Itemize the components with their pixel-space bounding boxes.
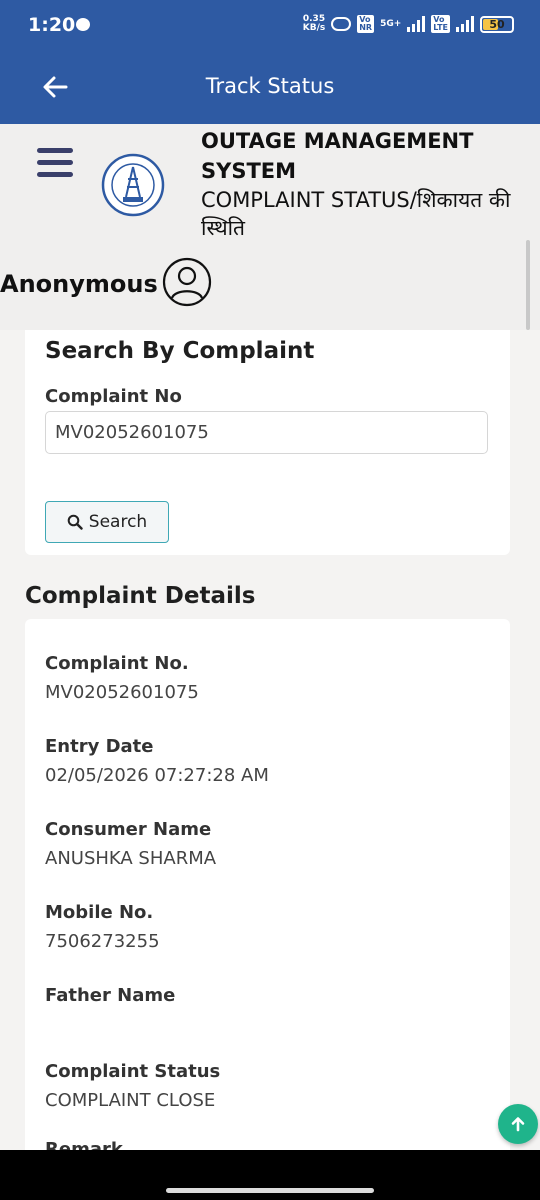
scrollbar[interactable]	[526, 240, 530, 330]
user-name: Anonymous	[0, 270, 158, 298]
complaint-details-title: Complaint Details	[25, 583, 256, 609]
chat-notification-icon	[76, 18, 90, 31]
user-avatar-icon[interactable]	[162, 257, 212, 307]
network-speed: 0.35 KB/s	[302, 14, 326, 33]
home-gesture-pill[interactable]	[166, 1188, 374, 1193]
detail-value: ANUSHKA SHARMA	[45, 848, 217, 869]
system-title: OUTAGE MANAGEMENT SYSTEM	[201, 129, 474, 183]
complaint-no-input[interactable]: MV02052601075	[45, 411, 488, 454]
search-button-label: Search	[88, 512, 148, 532]
detail-value: 7506273255	[45, 931, 160, 952]
app-bar-title: Track Status	[205, 74, 335, 98]
company-logo	[101, 153, 165, 217]
status-icons: 0.35 KB/s Vo NR 5G+ Vo LTE 50	[303, 15, 514, 33]
detail-label: Consumer Name	[45, 819, 212, 840]
detail-label: Mobile No.	[45, 902, 154, 923]
search-title: Search By Complaint	[45, 338, 315, 364]
detail-label: Father Name	[45, 985, 176, 1006]
battery-icon: 50	[480, 15, 514, 33]
complaint-no-label: Complaint No	[45, 386, 182, 407]
detail-value: MV02052601075	[45, 682, 199, 703]
menu-icon[interactable]	[37, 148, 73, 178]
volte-badge-2: Vo LTE	[431, 15, 450, 33]
status-bar: 1:20 0.35 KB/s Vo NR 5G+ Vo LTE 50	[0, 0, 540, 52]
status-time: 1:20	[28, 14, 76, 36]
search-button[interactable]: Search	[45, 501, 169, 543]
signal-icon-2	[456, 16, 474, 32]
page-header: OUTAGE MANAGEMENT SYSTEM COMPLAINT STATU…	[0, 124, 540, 330]
volte-badge-1: Vo NR	[357, 15, 375, 33]
network-type: 5G+	[380, 19, 402, 29]
search-card: Search By Complaint Complaint No MV02052…	[25, 330, 510, 555]
detail-label: Entry Date	[45, 736, 154, 757]
scroll-to-top-button[interactable]	[498, 1104, 538, 1144]
search-icon	[67, 514, 83, 530]
detail-value: COMPLAINT CLOSE	[45, 1090, 216, 1111]
complaint-details-card: Complaint No. MV02052601075 Entry Date 0…	[25, 619, 510, 1150]
system-nav-bar	[0, 1150, 540, 1200]
signal-icon-1	[407, 16, 426, 32]
link-icon	[331, 17, 352, 31]
detail-value: 02/05/2026 07:27:28 AM	[45, 765, 269, 786]
detail-label: Complaint Status	[45, 1061, 221, 1082]
app-bar: Track Status	[0, 52, 540, 124]
arrow-up-icon	[511, 1117, 525, 1132]
page-subtitle: COMPLAINT STATUS/शिकायत की स्थिति	[201, 188, 511, 240]
detail-label: Complaint No.	[45, 653, 189, 674]
detail-label: Remark	[45, 1139, 123, 1150]
